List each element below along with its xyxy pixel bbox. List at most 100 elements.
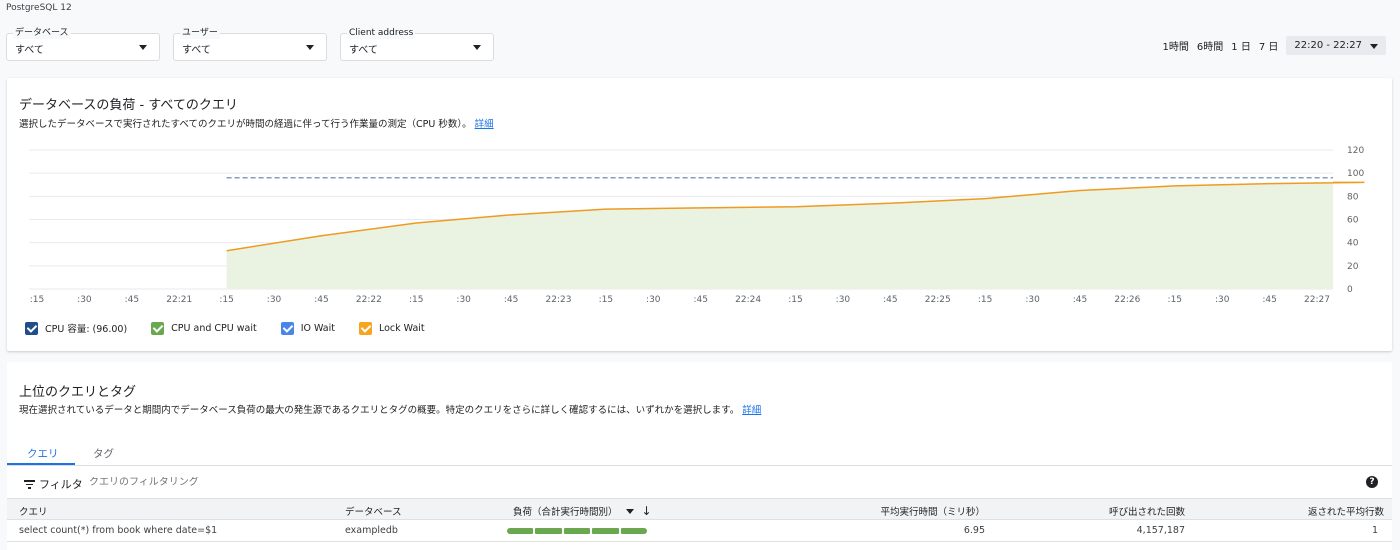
legend-cpu-and-cpu-wait[interactable]: CPU and CPU wait: [151, 321, 257, 335]
chart-x-tick-label: :30: [267, 295, 282, 305]
chart-x-tick-label: 22:26: [1114, 295, 1140, 305]
chart-x-tick-label: 22:22: [356, 295, 382, 305]
chart-x-tick-label: :30: [836, 295, 851, 305]
chart-x-tick-label: :45: [314, 295, 328, 305]
database-load-chart: 0 20 40 60 80 100 120 :15 :30 :45 22:21 :15 :30 :45 2…: [29, 146, 1365, 305]
legend-io-wait[interactable]: IO Wait: [280, 321, 335, 335]
database-engine-label: PostgreSQL 12: [6, 3, 72, 13]
chart-legend: CPU 容量: (96.00) CPU and CPU wait IO Wait…: [25, 321, 425, 335]
legend-lock-wait-label: Lock Wait: [378, 322, 425, 334]
query-load-bar: [507, 528, 648, 534]
chart-y-tick-label: 60: [1347, 216, 1359, 226]
chart-x-tick-label: 22:21: [166, 295, 192, 305]
chart-x-tick-label: 22:24: [735, 295, 761, 305]
chart-y-tick-label: 40: [1347, 239, 1359, 249]
chart-x-tick-label: 22:25: [925, 295, 951, 305]
time-range-1h[interactable]: 1時間: [1163, 36, 1189, 55]
chart-x-tick-label: :45: [1073, 295, 1087, 305]
custom-time-range-button[interactable]: 22:20 - 22:27: [1286, 36, 1386, 55]
table-header: クエリ データベース 負荷（合計実行時間別） ↓ 平均実行時間（ミリ秒） 呼び出…: [7, 498, 1392, 520]
chart-x-tick-label: :15: [219, 295, 233, 305]
query-avg-exec-time: 6.95: [963, 525, 985, 536]
chevron-down-icon: [473, 45, 481, 50]
database-filter-label: データベース: [13, 27, 71, 39]
legend-lock-wait[interactable]: Lock Wait: [358, 321, 425, 335]
user-filter-select[interactable]: ユーザー すべて: [173, 27, 327, 61]
column-load[interactable]: 負荷（合計実行時間別） ↓: [513, 504, 652, 518]
chart-y-tick-label: 80: [1347, 192, 1359, 202]
chart-x-tick-label: :15: [599, 295, 613, 305]
legend-cpu-capacity[interactable]: CPU 容量: (96.00): [25, 321, 127, 335]
chart-x-tick-label: :15: [409, 295, 423, 305]
client-address-filter-select[interactable]: Client address すべて: [340, 27, 494, 61]
chart-x-tick-label: :30: [1215, 295, 1230, 305]
client-address-filter-value: すべて: [349, 45, 378, 56]
chart-x-tick-label: :45: [504, 295, 518, 305]
chart-area: [226, 177, 1365, 289]
query-filter-input[interactable]: [89, 477, 389, 488]
top-queries-learn-more-link[interactable]: 詳細: [742, 405, 761, 416]
chart-y-ticks: 0 20 40 60 80 100 120: [1347, 146, 1364, 295]
database-load-card: データベースの負荷 - すべてのクエリ 選択したデータベースで実行されたすべての…: [7, 78, 1392, 351]
column-load-label: 負荷（合計実行時間別）: [513, 507, 618, 518]
time-range-selector: 1時間 6時間 1 日 7 日 22:20 - 22:27: [1163, 36, 1386, 55]
column-database[interactable]: データベース: [345, 504, 402, 518]
checkbox-checked-icon: [151, 321, 165, 335]
time-range-7d[interactable]: 7 日: [1259, 36, 1279, 55]
filter-icon[interactable]: [24, 480, 35, 491]
column-calls[interactable]: 呼び出された回数: [1109, 504, 1185, 518]
chart-x-tick-label: :30: [1025, 295, 1040, 305]
database-filter-value: すべて: [15, 45, 44, 56]
client-address-filter-label: Client address: [347, 27, 416, 39]
chart-y-tick-label: 20: [1347, 262, 1359, 272]
chart-y-tick-label: 0: [1347, 285, 1353, 295]
query-text[interactable]: select count(*) from book where date=$1: [19, 525, 217, 536]
top-queries-description: 現在選択されているデータと期間内でデータベース負荷の最大の発生源であるクエリとタ…: [19, 402, 761, 416]
chart-x-tick-label: 22:27: [1304, 295, 1330, 305]
chart-x-tick-label: :45: [1262, 295, 1276, 305]
active-tab-indicator: [7, 463, 75, 465]
column-query[interactable]: クエリ: [19, 504, 48, 518]
checkbox-checked-icon: [358, 321, 372, 335]
tab-queries[interactable]: クエリ: [27, 446, 59, 461]
chart-x-tick-label: :45: [883, 295, 897, 305]
checkbox-checked-icon: [280, 321, 294, 335]
chart-x-tick-label: :15: [30, 295, 44, 305]
top-queries-tabs: クエリ タグ: [7, 442, 1392, 466]
legend-io-wait-label: IO Wait: [300, 322, 335, 334]
chart-x-tick-label: :15: [978, 295, 992, 305]
tab-tags[interactable]: タグ: [93, 446, 114, 461]
chart-x-tick-label: :15: [788, 295, 802, 305]
time-range-6h[interactable]: 6時間: [1197, 36, 1223, 55]
chart-y-tick-label: 120: [1347, 146, 1364, 156]
column-avg-rows[interactable]: 返された平均行数: [1308, 504, 1384, 518]
legend-cpu-capacity-label: CPU 容量: (96.00): [45, 324, 128, 335]
database-filter-select[interactable]: データベース すべて: [6, 27, 160, 61]
chart-x-tick-label: :30: [77, 295, 92, 305]
chevron-down-icon: [139, 45, 147, 50]
table-row[interactable]: select count(*) from book where date=$1 …: [7, 520, 1392, 542]
checkbox-checked-icon: [25, 321, 38, 335]
query-filter-bar: フィルタ ?: [7, 468, 1392, 498]
chart-y-tick-label: 100: [1347, 169, 1364, 179]
chart-area-fill: [226, 182, 1365, 289]
chart-x-tick-label: :45: [693, 295, 707, 305]
custom-time-range-value: 22:20 - 22:27: [1294, 40, 1362, 51]
filter-label: フィルタ: [39, 478, 83, 491]
chart-x-tick-label: 22:23: [546, 295, 572, 305]
user-filter-value: すべて: [182, 45, 211, 56]
user-filter-label: ユーザー: [180, 27, 220, 39]
sort-descending-icon[interactable]: ↓: [642, 505, 652, 517]
chart-x-tick-label: :45: [125, 295, 139, 305]
query-database: exampledb: [345, 525, 398, 536]
chart-x-ticks: :15 :30 :45 22:21 :15 :30 :45 22:22 :15 :30 :45 22:…: [30, 295, 1330, 305]
chart-x-tick-label: :30: [646, 295, 661, 305]
help-icon[interactable]: ?: [1366, 476, 1378, 488]
chart-x-tick-label: :30: [456, 295, 471, 305]
column-avg-exec-time[interactable]: 平均実行時間（ミリ秒）: [880, 504, 985, 518]
time-range-1d[interactable]: 1 日: [1231, 36, 1251, 55]
chevron-down-icon[interactable]: [625, 508, 634, 514]
legend-cpu-and-cpu-wait-label: CPU and CPU wait: [171, 322, 257, 334]
chart-x-tick-label: :15: [1168, 295, 1182, 305]
query-avg-rows: 1: [1371, 525, 1378, 536]
